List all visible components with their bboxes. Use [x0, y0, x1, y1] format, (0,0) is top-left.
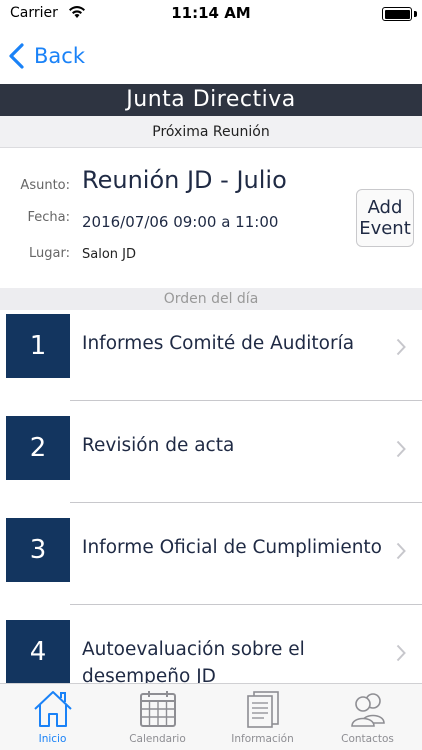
calendar-icon [140, 691, 176, 727]
battery-cap [414, 11, 417, 17]
add-event-label-line1: Add [367, 197, 403, 218]
meeting-info: Asunto: Reunión JD - Julio Fecha: 2016/0… [0, 148, 422, 288]
asunto-label: Asunto: [20, 178, 70, 193]
agenda-item[interactable]: 2 Revisión de acta [0, 412, 422, 514]
chevron-right-icon [396, 542, 406, 560]
tab-label: Contactos [341, 733, 394, 745]
meeting-subject: Reunión JD - Julio [82, 166, 287, 194]
row-divider [70, 604, 422, 605]
agenda-item-number: 4 [6, 620, 70, 683]
agenda-item-title: Autoevaluación sobre el desempeño JD [82, 639, 305, 683]
agenda-item-number: 3 [6, 518, 70, 582]
add-event-button[interactable]: Add Event [356, 189, 414, 247]
agenda-item-title: Revisión de acta [82, 435, 235, 456]
agenda-item[interactable]: 3 Informe Oficial de Cumplimiento [0, 514, 422, 616]
section-subtitle: Próxima Reunión [0, 116, 422, 148]
add-event-label-line2: Event [359, 218, 411, 239]
meeting-date: 2016/07/06 09:00 a 11:00 [82, 213, 279, 231]
tab-label: Inicio [38, 733, 67, 745]
chevron-right-icon [396, 440, 406, 458]
page-title: Junta Directiva [0, 84, 422, 116]
row-divider [70, 400, 422, 401]
agenda-item-number: 1 [6, 314, 70, 378]
fecha-label: Fecha: [27, 210, 71, 225]
back-button[interactable]: Back [8, 39, 85, 73]
clock-label: 11:14 AM [171, 4, 251, 22]
document-icon [247, 691, 279, 728]
agenda-item-title: Informes Comité de Auditoría [82, 333, 355, 354]
contacts-icon [351, 693, 385, 727]
tab-bar: Inicio Calendario Información Contactos [0, 683, 422, 750]
agenda-item[interactable]: 1 Informes Comité de Auditoría [0, 310, 422, 412]
status-bar: Carrier 11:14 AM [0, 0, 422, 30]
tab-calendario[interactable]: Calendario [105, 684, 210, 750]
tab-label: Calendario [129, 733, 186, 745]
navigation-bar: Back [0, 30, 422, 84]
meeting-location: Salon JD [82, 247, 136, 262]
chevron-right-icon [396, 644, 406, 662]
agenda-header: Orden del día [0, 288, 422, 310]
back-label: Back [34, 44, 85, 68]
battery-icon [382, 7, 412, 21]
agenda-item[interactable]: 4 Autoevaluación sobre el desempeño JD [0, 616, 422, 683]
tab-contactos[interactable]: Contactos [315, 684, 420, 750]
chevron-right-icon [396, 338, 406, 356]
row-divider [70, 502, 422, 503]
agenda-list[interactable]: 1 Informes Comité de Auditoría 2 Revisió… [0, 310, 422, 683]
home-icon [34, 691, 72, 727]
agenda-item-title: Informe Oficial de Cumplimiento [82, 537, 382, 558]
tab-inicio[interactable]: Inicio [0, 684, 105, 750]
tab-label: Información [231, 733, 294, 745]
agenda-item-number: 2 [6, 416, 70, 480]
lugar-label: Lugar: [29, 246, 70, 261]
tab-informacion[interactable]: Información [210, 684, 315, 750]
chevron-left-icon [9, 43, 24, 69]
